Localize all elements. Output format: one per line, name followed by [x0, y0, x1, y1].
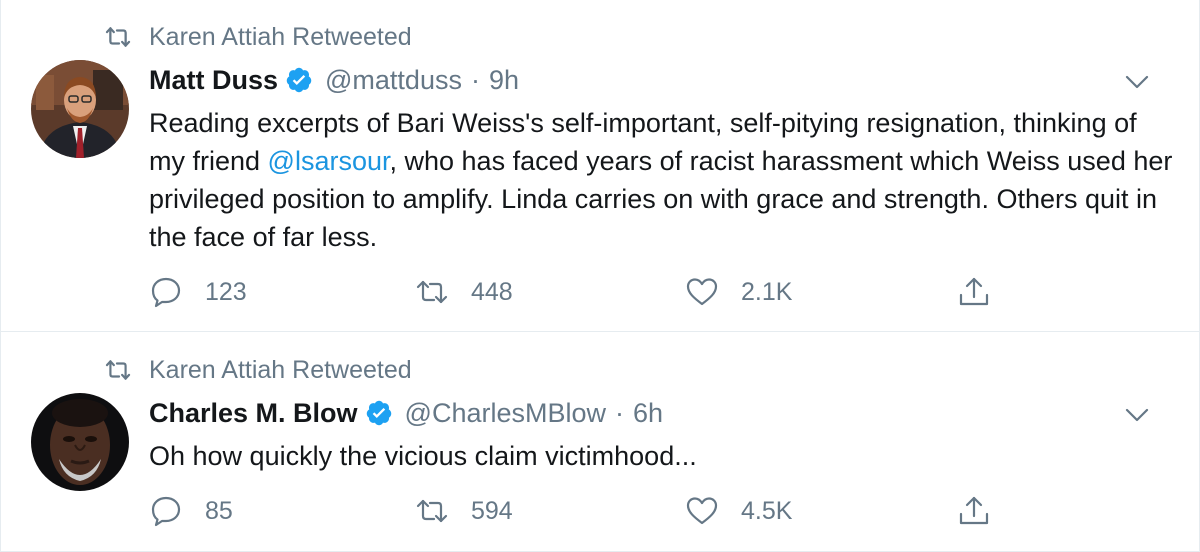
tweet-actions: 123 448 2.1K	[149, 274, 999, 310]
verified-badge-icon	[365, 399, 393, 427]
share-button[interactable]	[957, 493, 991, 529]
retweeted-by-label[interactable]: Karen Attiah Retweeted	[149, 22, 412, 52]
separator-dot: ·	[615, 397, 625, 428]
share-icon	[957, 494, 991, 528]
retweet-count: 448	[471, 277, 513, 306]
chevron-down-icon[interactable]	[1123, 405, 1151, 425]
retweet-context: Karen Attiah Retweeted	[105, 22, 412, 52]
retweeted-by-label[interactable]: Karen Attiah Retweeted	[149, 355, 412, 385]
tweet-text: Reading excerpts of Bari Weiss's self-im…	[149, 104, 1179, 256]
timestamp[interactable]: 9h	[489, 65, 519, 96]
reply-count: 85	[205, 496, 233, 525]
reply-icon	[149, 275, 183, 309]
mention-link[interactable]: @lsarsour	[268, 146, 390, 176]
retweet-icon	[415, 275, 449, 309]
like-count: 2.1K	[741, 277, 793, 306]
timeline-feed: Karen Attiah Retweeted Matt Duss @mattdu…	[0, 0, 1200, 552]
avatar[interactable]	[31, 60, 129, 158]
retweet-context: Karen Attiah Retweeted	[105, 355, 412, 385]
reply-count: 123	[205, 277, 247, 306]
author-handle[interactable]: @mattduss	[325, 65, 462, 96]
tweet-text: Oh how quickly the vicious claim victimh…	[149, 441, 697, 471]
retweet-icon	[415, 494, 449, 528]
retweet-icon	[105, 357, 131, 383]
retweet-icon	[105, 24, 131, 50]
share-button[interactable]	[957, 274, 991, 310]
tweet-header: Matt Duss @mattduss · 9h	[149, 62, 519, 98]
retweet-button[interactable]: 594	[415, 493, 513, 529]
retweet-count: 594	[471, 496, 513, 525]
author-name[interactable]: Matt Duss	[149, 65, 278, 96]
separator-dot: ·	[470, 64, 480, 95]
retweet-button[interactable]: 448	[415, 274, 513, 310]
reply-icon	[149, 494, 183, 528]
tweet-header: Charles M. Blow @CharlesMBlow · 6h	[149, 395, 663, 431]
tweet[interactable]: Karen Attiah Retweeted Charles M. Blow @…	[1, 333, 1199, 552]
like-count: 4.5K	[741, 496, 793, 525]
heart-icon	[685, 494, 719, 528]
chevron-down-icon[interactable]	[1123, 72, 1151, 92]
reply-button[interactable]: 123	[149, 274, 247, 310]
author-name[interactable]: Charles M. Blow	[149, 398, 358, 429]
tweet[interactable]: Karen Attiah Retweeted Matt Duss @mattdu…	[1, 0, 1199, 332]
author-handle[interactable]: @CharlesMBlow	[405, 398, 606, 429]
reply-button[interactable]: 85	[149, 493, 233, 529]
tweet-actions: 85 594 4.5K	[149, 493, 999, 529]
verified-badge-icon	[285, 66, 313, 94]
share-icon	[957, 275, 991, 309]
like-button[interactable]: 4.5K	[685, 493, 792, 529]
heart-icon	[685, 275, 719, 309]
avatar[interactable]	[31, 393, 129, 491]
like-button[interactable]: 2.1K	[685, 274, 792, 310]
timestamp[interactable]: 6h	[633, 398, 663, 429]
